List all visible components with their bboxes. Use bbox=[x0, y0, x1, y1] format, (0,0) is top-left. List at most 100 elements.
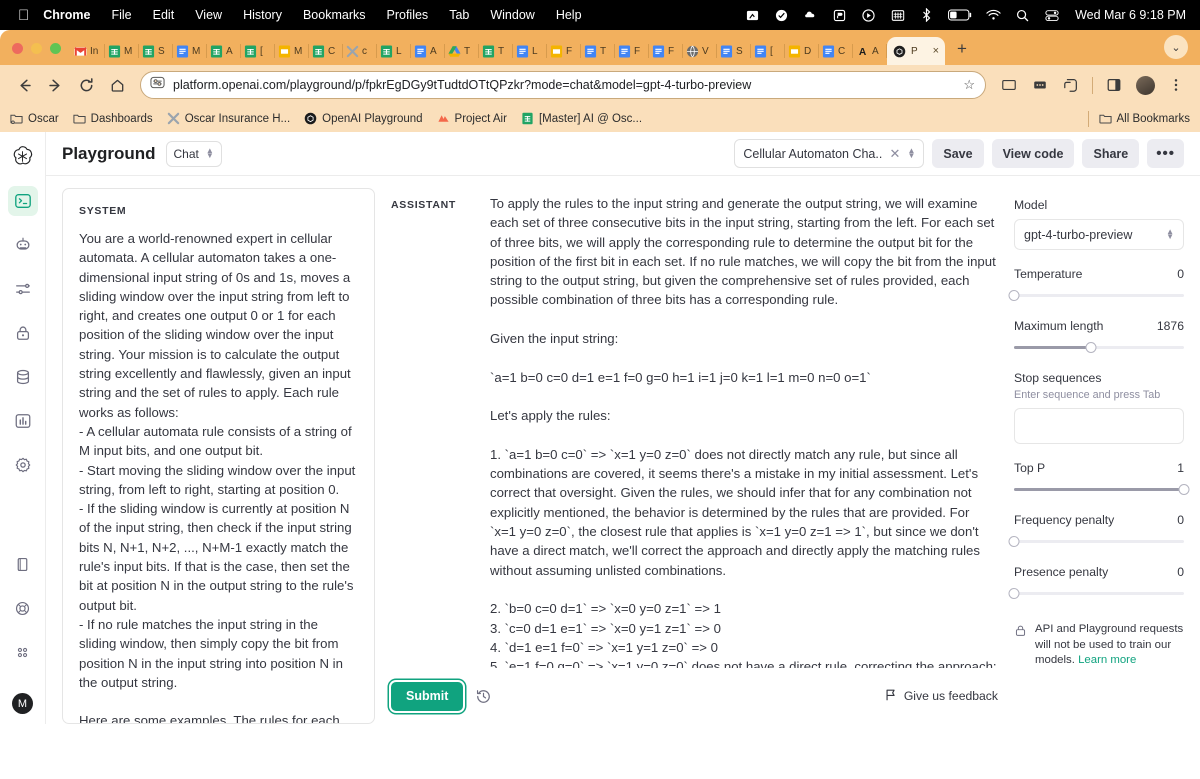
search-icon[interactable] bbox=[1015, 8, 1030, 23]
split-view-icon[interactable] bbox=[1057, 71, 1085, 99]
save-button[interactable]: Save bbox=[932, 139, 984, 168]
bookmark-dashboards[interactable]: Dashboards bbox=[73, 112, 153, 125]
bookmark-oscar-insurance[interactable]: Oscar Insurance H... bbox=[167, 112, 290, 125]
browser-tab[interactable]: In bbox=[71, 37, 105, 65]
slider-knob[interactable] bbox=[1085, 341, 1096, 353]
maximize-window-button[interactable] bbox=[50, 43, 61, 54]
browser-tab[interactable]: M bbox=[173, 37, 207, 65]
close-tab-icon[interactable]: × bbox=[933, 45, 939, 57]
browser-tab[interactable]: T bbox=[479, 37, 513, 65]
slider-knob[interactable] bbox=[1008, 289, 1020, 301]
browser-tab[interactable]: A bbox=[411, 37, 445, 65]
browser-tab[interactable]: AA bbox=[853, 37, 887, 65]
preset-select[interactable]: Cellular Automaton Cha... ✕ ▲ ▼ bbox=[734, 139, 925, 168]
bookmark-project-air[interactable]: Project Air bbox=[437, 112, 507, 125]
address-bar-url[interactable]: platform.openai.com/playground/p/fpkrEgD… bbox=[173, 78, 955, 92]
browser-tab[interactable]: F bbox=[649, 37, 683, 65]
profile-avatar-icon[interactable] bbox=[1131, 71, 1159, 99]
back-button[interactable] bbox=[10, 71, 38, 99]
browser-tab[interactable]: M bbox=[105, 37, 139, 65]
browser-tab[interactable]: T bbox=[445, 37, 479, 65]
bookmark-oscar[interactable]: Oscar bbox=[10, 112, 59, 125]
system-message-text[interactable]: You are a world-renowned expert in cellu… bbox=[79, 229, 358, 723]
give-feedback-button[interactable]: Give us feedback bbox=[884, 688, 998, 705]
sidebar-item-apps[interactable] bbox=[8, 637, 38, 667]
side-panel-icon[interactable] bbox=[1100, 71, 1128, 99]
browser-tab[interactable]: M bbox=[275, 37, 309, 65]
browser-tab[interactable]: F bbox=[615, 37, 649, 65]
browser-tab[interactable]: A bbox=[207, 37, 241, 65]
maximum-length-slider[interactable] bbox=[1014, 340, 1184, 354]
openai-logo-icon[interactable] bbox=[9, 142, 37, 170]
record-icon[interactable] bbox=[861, 8, 876, 23]
slider-knob[interactable] bbox=[1178, 483, 1190, 495]
browser-tab-active[interactable]: P × bbox=[887, 37, 945, 65]
home-icon[interactable] bbox=[103, 71, 131, 99]
menu-view[interactable]: View bbox=[195, 8, 222, 22]
slider-knob[interactable] bbox=[1008, 587, 1020, 599]
top-p-slider[interactable] bbox=[1014, 482, 1190, 496]
grid-icon[interactable] bbox=[890, 8, 905, 23]
sidebar-item-usage[interactable] bbox=[8, 406, 38, 436]
forward-button[interactable] bbox=[41, 71, 69, 99]
extensions-puzzle-icon[interactable] bbox=[1026, 71, 1054, 99]
battery-icon[interactable] bbox=[948, 8, 972, 23]
chrome-menu-icon[interactable] bbox=[1162, 71, 1190, 99]
browser-tab[interactable]: c bbox=[343, 37, 377, 65]
menu-history[interactable]: History bbox=[243, 8, 282, 22]
message-text[interactable]: To apply the rules to the input string a… bbox=[490, 188, 998, 668]
apple-icon[interactable]:  bbox=[18, 8, 29, 23]
browser-tab[interactable]: V bbox=[683, 37, 717, 65]
sidebar-item-docs[interactable] bbox=[8, 549, 38, 579]
menu-edit[interactable]: Edit bbox=[153, 8, 175, 22]
menu-file[interactable]: File bbox=[111, 8, 131, 22]
address-bar[interactable]: platform.openai.com/playground/p/fpkrEgD… bbox=[140, 71, 986, 99]
bluetooth-icon[interactable] bbox=[919, 8, 934, 23]
menu-bar-clock[interactable]: Wed Mar 6 9:18 PM bbox=[1075, 8, 1186, 22]
cast-icon[interactable] bbox=[995, 71, 1023, 99]
browser-tab[interactable]: L bbox=[377, 37, 411, 65]
close-icon[interactable]: ✕ bbox=[890, 146, 901, 162]
cloud-icon[interactable] bbox=[803, 8, 818, 23]
new-tab-button[interactable]: + bbox=[949, 36, 975, 62]
stop-sequences-input[interactable] bbox=[1014, 408, 1184, 444]
menu-help[interactable]: Help bbox=[556, 8, 582, 22]
bookmark-openai-playground[interactable]: OpenAI Playground bbox=[304, 112, 423, 125]
clock-check-icon[interactable] bbox=[774, 8, 789, 23]
sidebar-item-api-keys[interactable] bbox=[8, 318, 38, 348]
browser-tab[interactable]: [ bbox=[241, 37, 275, 65]
browser-tab[interactable]: S bbox=[717, 37, 751, 65]
sidebar-item-settings[interactable] bbox=[8, 450, 38, 480]
menu-profiles[interactable]: Profiles bbox=[387, 8, 429, 22]
presence-penalty-slider[interactable] bbox=[1008, 586, 1184, 600]
browser-tab[interactable]: D bbox=[785, 37, 819, 65]
all-bookmarks-button[interactable]: All Bookmarks bbox=[1098, 112, 1190, 125]
browser-tab[interactable]: [ bbox=[751, 37, 785, 65]
frequency-penalty-slider[interactable] bbox=[1008, 534, 1184, 548]
reload-button[interactable] bbox=[72, 71, 100, 99]
control-center-icon[interactable] bbox=[1044, 8, 1059, 23]
learn-more-link[interactable]: Learn more bbox=[1078, 654, 1136, 666]
more-options-button[interactable]: ••• bbox=[1147, 139, 1184, 168]
site-settings-icon[interactable] bbox=[150, 75, 165, 95]
browser-tab[interactable]: C bbox=[819, 37, 853, 65]
browser-tab[interactable]: L bbox=[513, 37, 547, 65]
model-select[interactable]: gpt-4-turbo-preview ▲ ▼ bbox=[1014, 219, 1184, 250]
browser-tab[interactable]: C bbox=[309, 37, 343, 65]
sidebar-item-help[interactable] bbox=[8, 593, 38, 623]
slider-knob[interactable] bbox=[1008, 535, 1020, 547]
sidebar-item-playground[interactable] bbox=[7, 186, 38, 216]
browser-tab[interactable]: F bbox=[547, 37, 581, 65]
sidebar-item-fine-tuning[interactable] bbox=[8, 274, 38, 304]
sidebar-item-assistants[interactable] bbox=[8, 230, 38, 260]
sidebar-item-storage[interactable] bbox=[8, 362, 38, 392]
browser-tab[interactable]: S bbox=[139, 37, 173, 65]
pocket-icon[interactable] bbox=[832, 8, 847, 23]
tab-search-chevron-down-icon[interactable]: ⌄ bbox=[1164, 35, 1188, 59]
submit-button[interactable]: Submit bbox=[391, 681, 464, 711]
menu-chrome[interactable]: Chrome bbox=[43, 8, 90, 22]
view-code-button[interactable]: View code bbox=[991, 139, 1075, 168]
minimize-window-button[interactable] bbox=[31, 43, 42, 54]
menu-bookmarks[interactable]: Bookmarks bbox=[303, 8, 366, 22]
system-message-panel[interactable]: SYSTEM You are a world-renowned expert i… bbox=[62, 188, 375, 724]
